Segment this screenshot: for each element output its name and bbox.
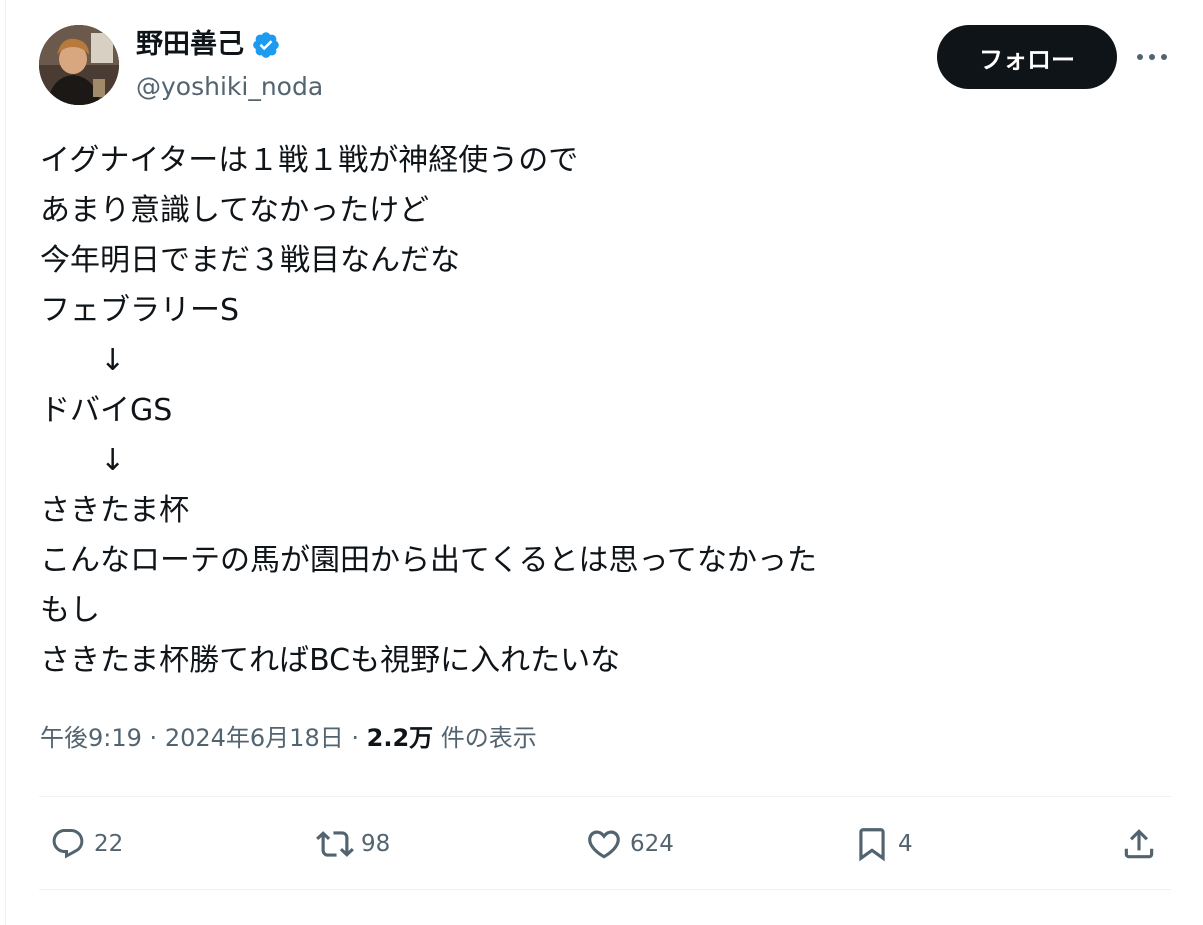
display-name[interactable]: 野田善己 <box>136 27 281 63</box>
tweet-line: フェブラリーS <box>40 293 240 328</box>
divider <box>39 889 1171 890</box>
share-button[interactable] <box>1119 822 1159 866</box>
user-handle[interactable]: @yoshiki_noda <box>136 70 323 104</box>
reply-button[interactable]: 22 <box>48 822 123 866</box>
follow-button[interactable]: フォロー <box>937 25 1117 89</box>
bookmark-count: 4 <box>898 831 913 857</box>
tweet-line: あまり意識してなかったけど <box>40 193 430 228</box>
share-icon <box>1119 824 1159 864</box>
views-label: 件の表示 <box>440 724 537 752</box>
bookmark-icon <box>852 824 892 864</box>
tweet-date[interactable]: 2024年6月18日 <box>165 724 344 752</box>
tweet-line: 今年明日でまだ３戦目なんだな <box>40 243 460 278</box>
heart-icon <box>584 824 624 864</box>
display-name-text[interactable]: 野田善己 <box>136 27 244 63</box>
tweet-line: こんなローテの馬が園田から出てくるとは思ってなかった <box>40 543 817 578</box>
meta-separator: · <box>149 724 158 752</box>
tweet-card: 野田善己 @yoshiki_noda フォロー イグナイターは１戦１戦が神経使う… <box>0 0 1203 925</box>
tweet-line: もし <box>40 593 100 628</box>
verified-badge-icon[interactable] <box>251 30 281 60</box>
retweet-count: 98 <box>361 831 391 857</box>
reply-icon <box>48 824 88 864</box>
tweet-text: イグナイターは１戦１戦が神経使うので あまり意識してなかったけど 今年明日でまだ… <box>40 136 1160 686</box>
meta-separator: · <box>351 724 359 752</box>
like-button[interactable]: 624 <box>584 822 674 866</box>
avatar-image <box>39 25 119 105</box>
views-count[interactable]: 2.2万 <box>367 724 434 752</box>
avatar[interactable] <box>39 25 119 105</box>
retweet-button[interactable]: 98 <box>315 822 390 866</box>
tweet-line: さきたま杯勝てればBCも視野に入れたいな <box>40 643 621 678</box>
like-count: 624 <box>630 831 674 857</box>
reply-count: 22 <box>94 831 124 857</box>
left-border <box>5 0 6 925</box>
tweet-line: ドバイGS <box>40 393 173 428</box>
tweet-meta: 午後9:19 · 2024年6月18日 · 2.2万 件の表示 <box>40 718 537 758</box>
tweet-line: ↓ <box>40 343 126 378</box>
retweet-icon <box>315 824 355 864</box>
tweet-line: さきたま杯 <box>40 493 190 528</box>
tweet-line: ↓ <box>40 443 126 478</box>
tweet-line: イグナイターは１戦１戦が神経使うので <box>40 143 579 178</box>
divider <box>39 796 1171 797</box>
more-horizontal-icon[interactable] <box>1132 40 1172 74</box>
bookmark-button[interactable]: 4 <box>852 822 913 866</box>
tweet-time[interactable]: 午後9:19 <box>40 724 142 752</box>
